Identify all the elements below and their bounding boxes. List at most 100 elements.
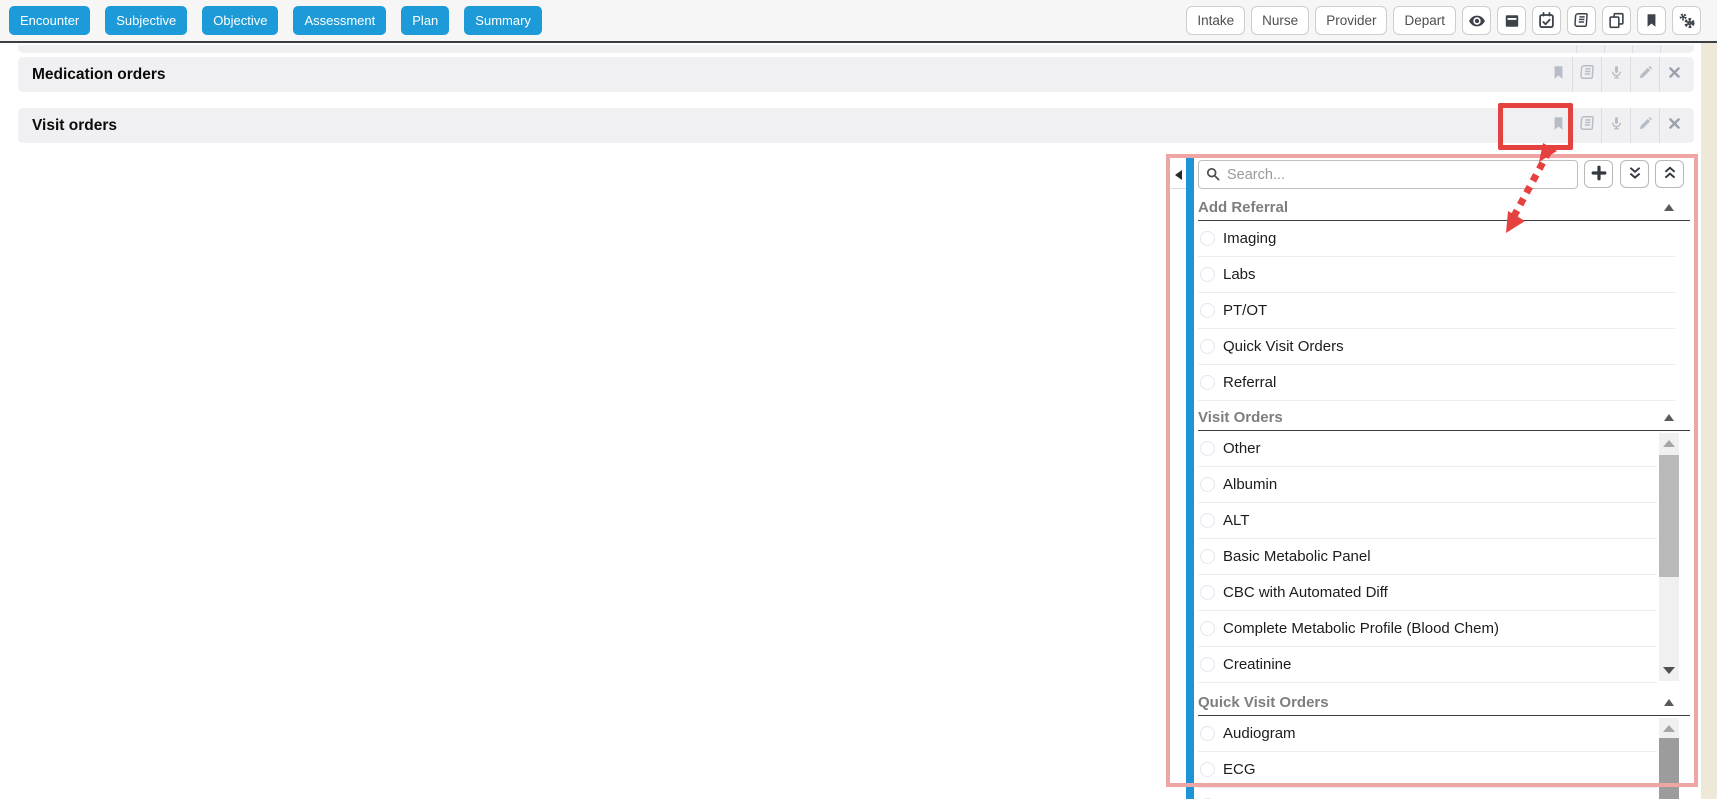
order-item-follow-up[interactable]: Follow up [1198, 788, 1657, 799]
group-title: Add Referral [1198, 199, 1288, 216]
book-button[interactable] [1572, 57, 1601, 92]
tab-plan[interactable]: Plan [401, 6, 449, 35]
section-band-visit-orders: Visit orders [18, 108, 1694, 143]
book-icon [1579, 115, 1596, 137]
copy-icon [1608, 12, 1625, 29]
add-button[interactable] [1584, 160, 1613, 188]
page-edge-strip [1701, 43, 1717, 799]
close-icon [1668, 117, 1681, 135]
order-item-quick-visit-orders[interactable]: Quick Visit Orders [1198, 329, 1675, 365]
collapse-all-button[interactable] [1620, 160, 1649, 188]
bookmark-button[interactable] [1637, 6, 1666, 35]
book-button[interactable] [1572, 108, 1601, 143]
tab-encounter[interactable]: Encounter [9, 6, 90, 35]
scrollbar[interactable] [1659, 718, 1679, 799]
radio-icon [1200, 441, 1215, 456]
collapse-caret-icon[interactable] [1664, 699, 1674, 706]
orders-flyout-panel: Add Referral Imaging Labs PT/OT Quick Visit … [1170, 158, 1694, 799]
copy-button[interactable] [1602, 6, 1631, 35]
eye-button[interactable] [1462, 6, 1491, 35]
order-item-cbc-with-automated-diff[interactable]: CBC with Automated Diff [1198, 575, 1657, 611]
bookmark-button[interactable] [1544, 57, 1572, 92]
close-button[interactable] [1659, 57, 1688, 92]
gears-button[interactable] [1672, 6, 1701, 35]
scrollbar-thumb[interactable] [1659, 455, 1679, 577]
order-item-label: CBC with Automated Diff [1223, 584, 1388, 601]
radio-icon [1200, 303, 1215, 318]
group-item-list: Audiogram ECGFollow up [1198, 716, 1690, 799]
order-item-albumin[interactable]: Albumin [1198, 467, 1657, 503]
tab-objective[interactable]: Objective [202, 6, 278, 35]
scroll-up-icon[interactable] [1663, 440, 1675, 447]
group-title: Visit Orders [1198, 409, 1283, 426]
provider-button[interactable]: Provider [1315, 6, 1387, 35]
order-item-label: Labs [1223, 266, 1256, 283]
scrollbar[interactable] [1659, 433, 1679, 681]
microphone-button[interactable] [1601, 108, 1630, 143]
section-toolbar [1544, 108, 1688, 143]
microphone-icon [1609, 65, 1624, 85]
order-item-label: Audiogram [1223, 725, 1296, 742]
radio-icon [1200, 585, 1215, 600]
order-item-ecg[interactable]: ECG [1198, 752, 1657, 788]
close-button[interactable] [1659, 108, 1688, 143]
eye-icon [1468, 12, 1486, 30]
pencil-button[interactable] [1630, 57, 1659, 92]
intake-button[interactable]: Intake [1186, 6, 1245, 35]
order-item-creatinine[interactable]: Creatinine [1198, 647, 1657, 683]
order-item-label: PT/OT [1223, 302, 1267, 319]
microphone-button[interactable] [1601, 57, 1630, 92]
double-chevron-down-icon [1627, 165, 1643, 184]
order-item-imaging[interactable]: Imaging [1198, 221, 1675, 257]
radio-icon [1200, 549, 1215, 564]
group-title: Quick Visit Orders [1198, 694, 1329, 711]
order-item-label: ALT [1223, 512, 1249, 529]
tab-subjective[interactable]: Subjective [105, 6, 187, 35]
group-header: Visit Orders [1198, 404, 1690, 431]
order-item-alt[interactable]: ALT [1198, 503, 1657, 539]
topbar-actions: IntakeNurseProviderDepart [1186, 6, 1717, 35]
pencil-button[interactable] [1630, 108, 1659, 143]
radio-icon [1200, 231, 1215, 246]
top-navigation-bar: Encounter Subjective Objective Assessment Pl… [0, 0, 1717, 43]
order-item-basic-metabolic-panel[interactable]: Basic Metabolic Panel [1198, 539, 1657, 575]
tab-assessment[interactable]: Assessment [293, 6, 386, 35]
scroll-up-icon[interactable] [1663, 725, 1675, 732]
bookmark-button[interactable] [1544, 108, 1572, 143]
microphone-icon [1609, 116, 1624, 136]
panel-search-row [1198, 160, 1690, 190]
tab-summary[interactable]: Summary [464, 6, 542, 35]
group-item-list: Other Albumin ALT Basic Metabolic Panel CBC … [1198, 431, 1690, 683]
order-item-complete-metabolic-profile-blood-chem[interactable]: Complete Metabolic Profile (Blood Chem) [1198, 611, 1657, 647]
pencil-icon [1638, 65, 1653, 85]
calendar-check-button[interactable] [1532, 6, 1561, 35]
panel-collapse-handle[interactable] [1170, 162, 1186, 189]
close-icon [1668, 66, 1681, 84]
order-item-other[interactable]: Other [1198, 431, 1657, 467]
depart-button[interactable]: Depart [1393, 6, 1456, 35]
order-group-add-referral: Add Referral Imaging Labs PT/OT Quick Visit … [1198, 194, 1690, 401]
order-item-referral[interactable]: Referral [1198, 365, 1675, 401]
scrollbar-thumb[interactable] [1659, 738, 1679, 799]
collapse-caret-icon[interactable] [1664, 204, 1674, 211]
order-item-pt-ot[interactable]: PT/OT [1198, 293, 1675, 329]
nurse-button[interactable]: Nurse [1251, 6, 1309, 35]
collapse-caret-icon[interactable] [1664, 414, 1674, 421]
group-header: Add Referral [1198, 194, 1690, 221]
order-item-label: Quick Visit Orders [1223, 338, 1344, 355]
radio-icon [1200, 267, 1215, 282]
order-item-label: Other [1223, 440, 1261, 457]
section-band-medication-orders: Medication orders [18, 57, 1694, 92]
order-groups: Add Referral Imaging Labs PT/OT Quick Visit … [1198, 194, 1690, 799]
archive-icon [1504, 13, 1520, 29]
search-input[interactable] [1198, 160, 1578, 189]
archive-button[interactable] [1497, 6, 1526, 35]
radio-icon [1200, 477, 1215, 492]
order-item-audiogram[interactable]: Audiogram [1198, 716, 1657, 752]
scroll-down-icon[interactable] [1663, 667, 1675, 674]
order-item-label: Basic Metabolic Panel [1223, 548, 1371, 565]
panel-accent-bar [1186, 158, 1194, 799]
book-button[interactable] [1567, 6, 1596, 35]
expand-all-button[interactable] [1655, 160, 1684, 188]
order-item-labs[interactable]: Labs [1198, 257, 1675, 293]
